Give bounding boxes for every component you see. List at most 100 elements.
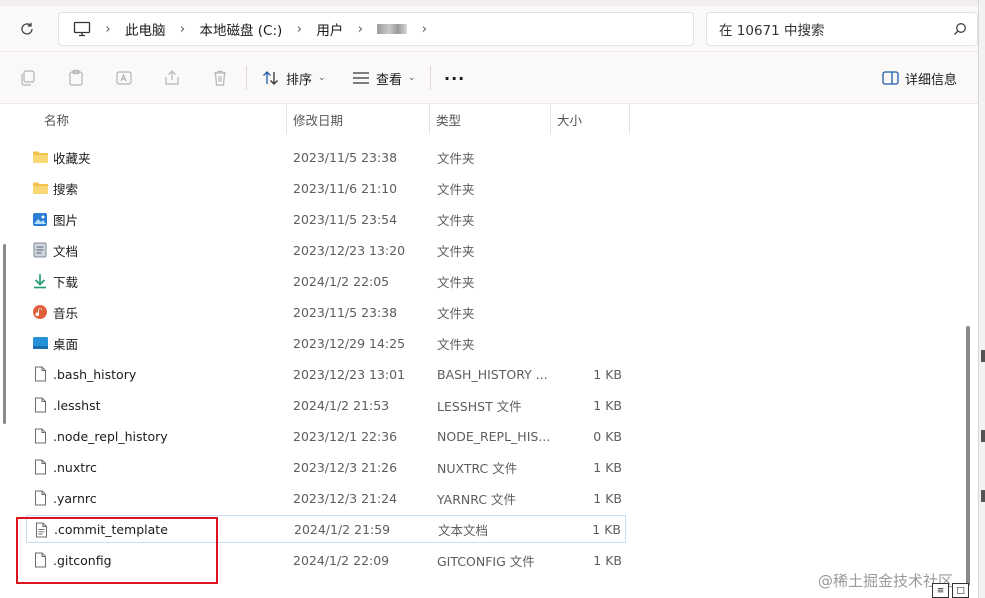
file-row[interactable]: 音乐 2023/11/5 23:38 文件夹 [26, 298, 626, 326]
file-row[interactable]: 图片 2023/11/5 23:54 文件夹 [26, 205, 626, 233]
chevron-down-icon: ⌄ [408, 73, 416, 83]
file-icon [31, 365, 49, 383]
file-row[interactable]: 搜索 2023/11/6 21:10 文件夹 [26, 174, 626, 202]
sort-button[interactable]: 排序 ⌄ [262, 66, 326, 90]
file-date: 2023/11/6 21:10 [293, 180, 398, 196]
column-header: 名称 ^ 修改日期 类型 大小 [0, 104, 978, 134]
share-icon[interactable] [160, 66, 184, 90]
file-size: 1 KB [592, 521, 621, 537]
view-lines-icon [353, 72, 369, 84]
file-row[interactable]: 下载 2024/1/2 22:05 文件夹 [26, 267, 626, 295]
file-type: 文件夹 [437, 212, 475, 228]
chevron-right-icon[interactable]: › [349, 21, 371, 37]
edge-mark [981, 430, 985, 442]
navigation-pane-scrollbar[interactable] [3, 244, 6, 424]
file-name: 桌面 [53, 336, 79, 352]
column-size-label: 大小 [557, 112, 583, 128]
column-date-label: 修改日期 [293, 112, 344, 128]
file-row[interactable]: .gitconfig 2024/1/2 22:09 GITCONFIG 文件 1 KB [26, 546, 626, 574]
sort-label: 排序 [286, 72, 313, 88]
file-name: .node_repl_history [53, 428, 168, 444]
file-type: 文件夹 [437, 181, 475, 197]
file-type: 文本文档 [438, 522, 489, 538]
file-date: 2023/12/1 22:36 [293, 428, 398, 444]
breadcrumb-local-disk[interactable]: 本地磁盘 (C:) [194, 19, 289, 39]
file-row[interactable]: .node_repl_history 2023/12/1 22:36 NODE_RE… [26, 422, 626, 450]
file-size: 1 KB [593, 366, 622, 382]
file-date: 2024/1/2 21:53 [293, 397, 390, 413]
file-type: 文件夹 [437, 150, 475, 166]
file-type: 文件夹 [437, 305, 475, 321]
details-pane-button[interactable]: 详细信息 [882, 66, 957, 90]
delete-icon[interactable] [208, 66, 232, 90]
file-type: NUXTRC 文件 [437, 460, 518, 476]
file-date: 2024/1/2 22:09 [293, 552, 390, 568]
more-icon: ··· [444, 68, 466, 88]
chevron-right-icon[interactable]: › [172, 21, 194, 37]
column-size[interactable]: 大小 [551, 104, 629, 134]
breadcrumb-users[interactable]: 用户 [310, 19, 349, 39]
file-type: YARNRC 文件 [437, 491, 517, 507]
edge-mark [981, 350, 985, 362]
file-type: LESSHST 文件 [437, 398, 522, 414]
more-options-button[interactable]: ··· [444, 66, 465, 90]
details-view-icon[interactable]: ≡ [932, 583, 949, 598]
file-date: 2023/12/3 21:26 [293, 459, 398, 475]
documents-folder-icon [31, 241, 49, 259]
file-name: .commit_template [54, 521, 168, 537]
folder-icon [31, 179, 49, 197]
file-type: NODE_REPL_HIS... [437, 428, 551, 444]
tiles-view-icon[interactable]: □ [952, 583, 969, 598]
chevron-right-icon[interactable]: › [97, 21, 119, 37]
file-row[interactable]: .bash_history 2023/12/23 13:01 BASH_HISTOR… [26, 360, 626, 388]
column-date[interactable]: 修改日期 [287, 104, 429, 134]
file-type: 文件夹 [437, 274, 475, 290]
file-name: 下载 [53, 274, 79, 290]
view-switcher: ≡ □ [932, 583, 976, 598]
file-type: BASH_HISTORY ... [437, 366, 548, 382]
file-date: 2023/12/29 14:25 [293, 335, 406, 351]
breadcrumb-redacted-user[interactable] [377, 24, 408, 34]
file-row[interactable]: .lesshst 2024/1/2 21:53 LESSHST 文件 1 KB [26, 391, 626, 419]
column-divider[interactable] [629, 104, 630, 134]
file-row[interactable]: 文档 2023/12/23 13:20 文件夹 [26, 236, 626, 264]
scrollbar-thumb[interactable] [966, 326, 970, 586]
file-icon [31, 551, 49, 569]
rename-icon[interactable] [112, 66, 136, 90]
edge-mark [981, 490, 985, 502]
file-size: 0 KB [593, 428, 622, 444]
toolbar-divider [430, 66, 431, 90]
desktop-folder-icon [31, 334, 49, 352]
file-name: 图片 [53, 212, 79, 228]
chevron-right-icon[interactable]: › [413, 21, 435, 37]
file-date: 2023/11/5 23:38 [293, 304, 398, 320]
copy-icon[interactable] [16, 66, 40, 90]
pictures-folder-icon [31, 210, 49, 228]
column-type[interactable]: 类型 [430, 104, 550, 134]
search-input[interactable]: 在 10671 中搜索 [706, 12, 978, 46]
file-row[interactable]: 桌面 2023/12/29 14:25 文件夹 [26, 329, 626, 357]
file-row[interactable]: .commit_template 2024/1/2 21:59 文本文档 1 KB [26, 515, 626, 543]
text-file-icon [32, 521, 50, 539]
file-row[interactable]: 收藏夹 2023/11/5 23:38 文件夹 [26, 143, 626, 171]
breadcrumb[interactable]: › 此电脑 › 本地磁盘 (C:) › 用户 › › [58, 12, 694, 46]
breadcrumb-this-pc[interactable]: 此电脑 [119, 19, 172, 39]
file-list: 视频2024/1/2 22:06文件夹收藏夹2023/11/5 23:38文件夹… [0, 104, 978, 598]
view-label: 查看 [376, 72, 403, 88]
computer-icon[interactable] [67, 21, 97, 37]
view-button[interactable]: 查看 ⌄ [352, 66, 416, 90]
paste-icon[interactable] [64, 66, 88, 90]
sort-icon [263, 71, 278, 85]
file-type: 文件夹 [437, 243, 475, 259]
file-name: .gitconfig [53, 552, 112, 568]
toolbar-divider [246, 66, 247, 90]
file-date: 2023/12/23 13:01 [293, 366, 406, 382]
file-row[interactable]: .nuxtrc 2023/12/3 21:26 NUXTRC 文件 1 KB [26, 453, 626, 481]
file-date: 2023/12/23 13:20 [293, 242, 406, 258]
file-date: 2024/1/2 21:59 [294, 521, 391, 537]
refresh-button[interactable] [12, 14, 42, 44]
file-name: .yarnrc [53, 490, 97, 506]
file-size: 1 KB [593, 552, 622, 568]
chevron-right-icon[interactable]: › [288, 21, 310, 37]
file-row[interactable]: .yarnrc 2023/12/3 21:24 YARNRC 文件 1 KB [26, 484, 626, 512]
